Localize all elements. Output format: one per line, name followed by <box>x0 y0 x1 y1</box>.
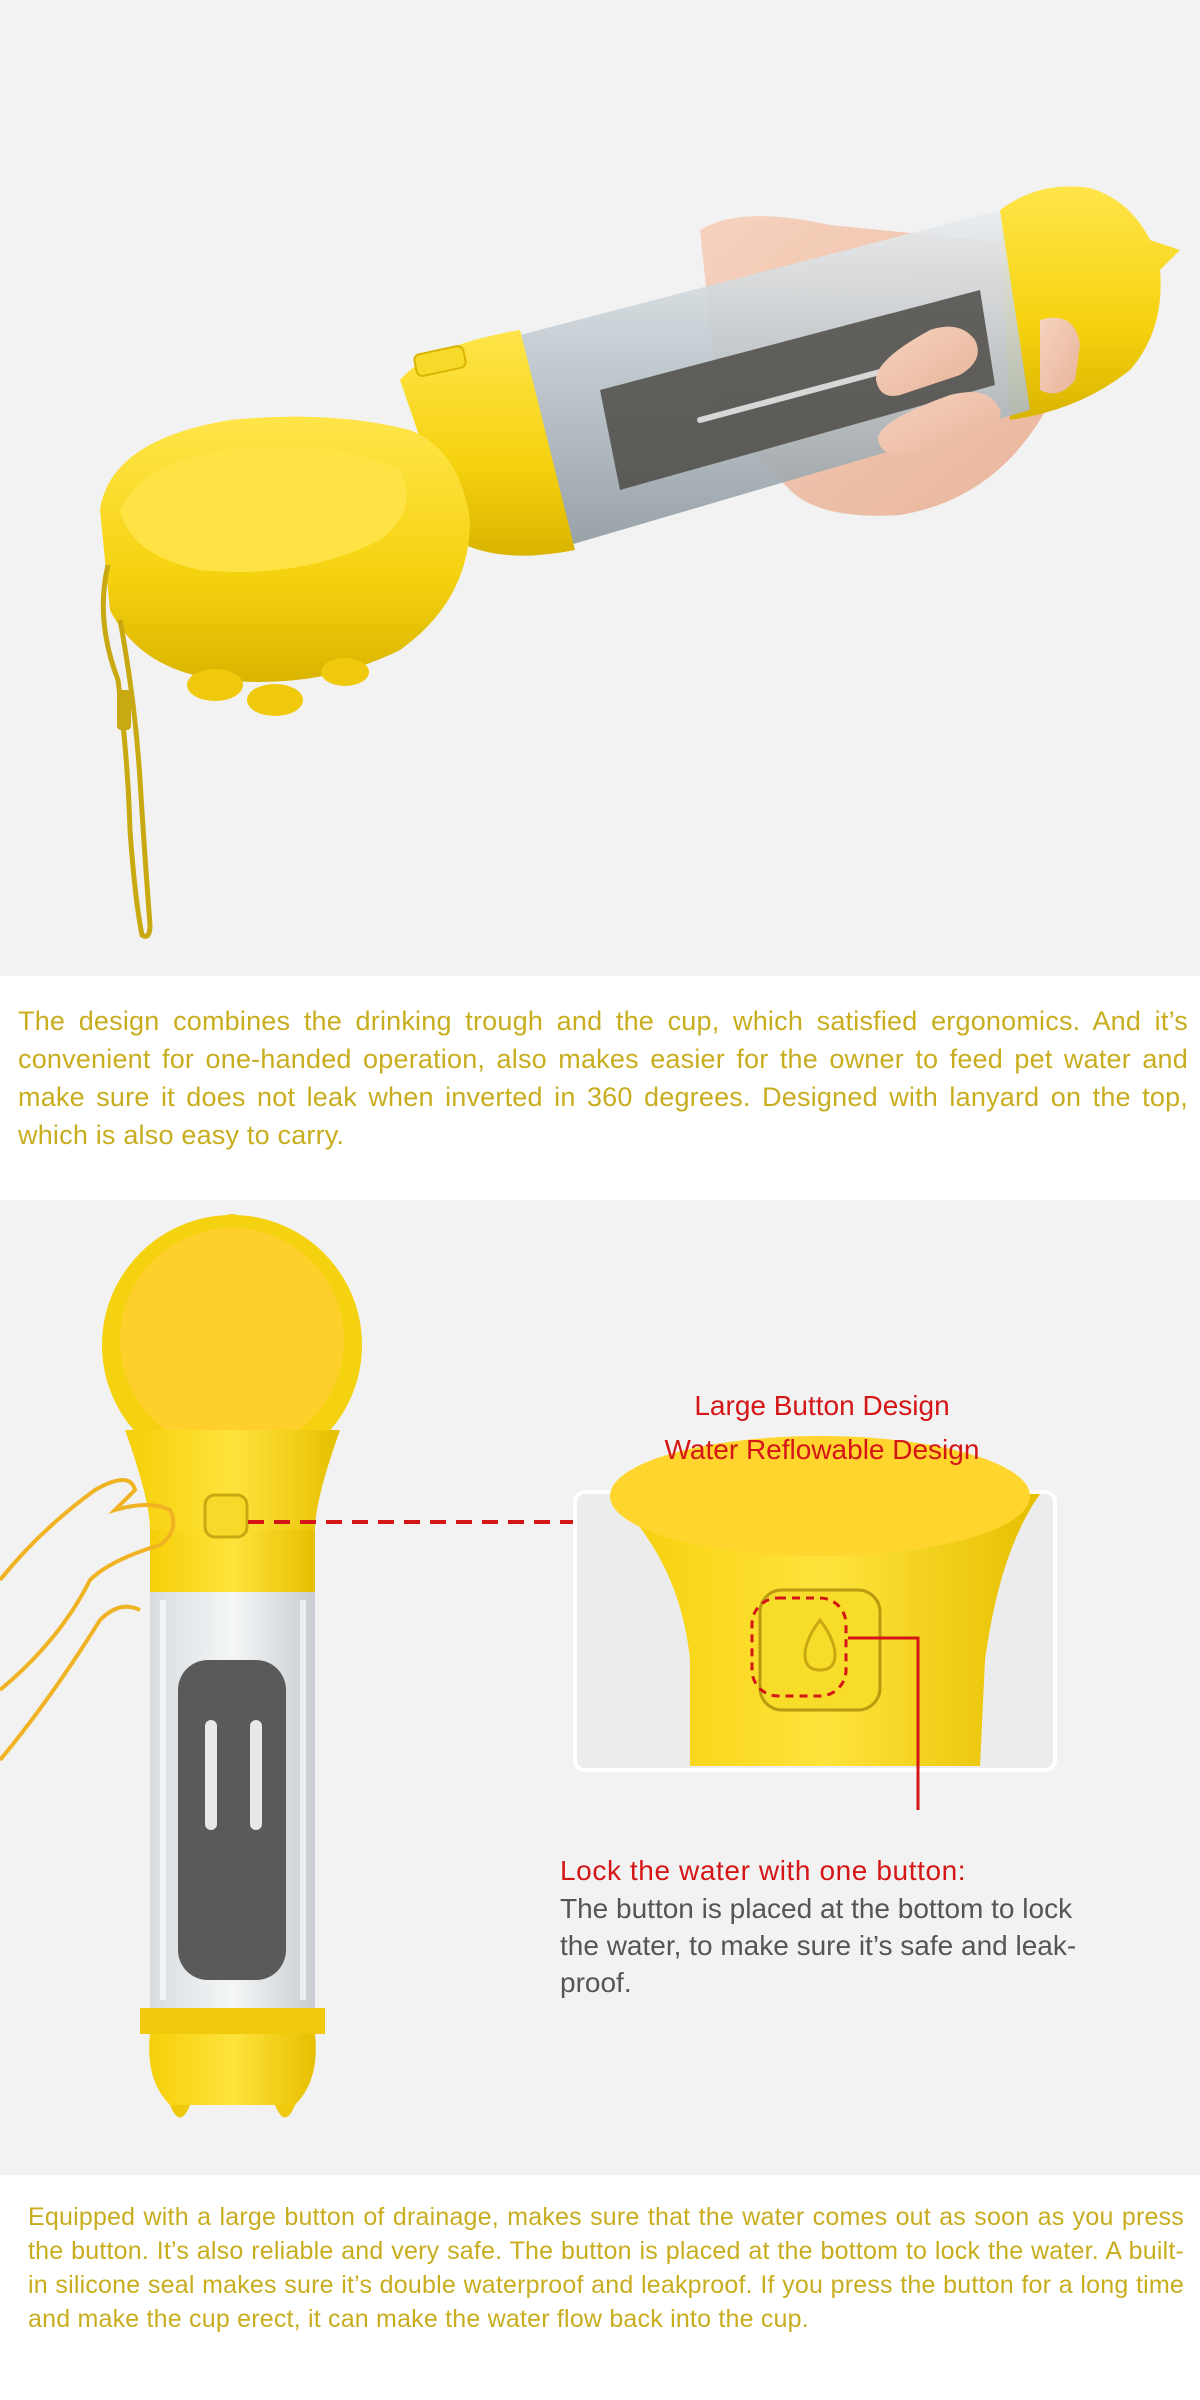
bottle-bottom-cap <box>149 2034 316 2105</box>
bottle-cap <box>1000 186 1180 420</box>
trough-top-inner <box>120 1228 344 1452</box>
design-description: The design combines the drinking trough … <box>18 1006 1188 1150</box>
lanyard-clip <box>117 690 131 730</box>
bottle-inner-cartridge <box>178 1660 286 1980</box>
bottle-foot <box>321 658 369 686</box>
callout-water-reflowable: Water Reflowable Design <box>664 1434 980 1465</box>
hand-outline <box>0 1478 176 1692</box>
zoomed-drain-button <box>758 1588 882 1712</box>
drain-button <box>203 1493 249 1539</box>
water-bottle-illustration <box>100 186 1180 939</box>
button-detail-image <box>0 1200 1200 2175</box>
lock-body: The button is placed at the bottom to lo… <box>560 1893 1077 1998</box>
bottle-foot <box>187 669 243 701</box>
hero-product-image <box>0 0 1200 976</box>
button-description: Equipped with a large button of drainage… <box>28 2203 1184 2333</box>
bottle-foot <box>247 684 303 716</box>
callout-large-button: Large Button Design <box>694 1390 950 1421</box>
lock-heading: Lock the water with one button: <box>560 1855 967 1886</box>
button-detail-illustration <box>0 1214 1057 2118</box>
